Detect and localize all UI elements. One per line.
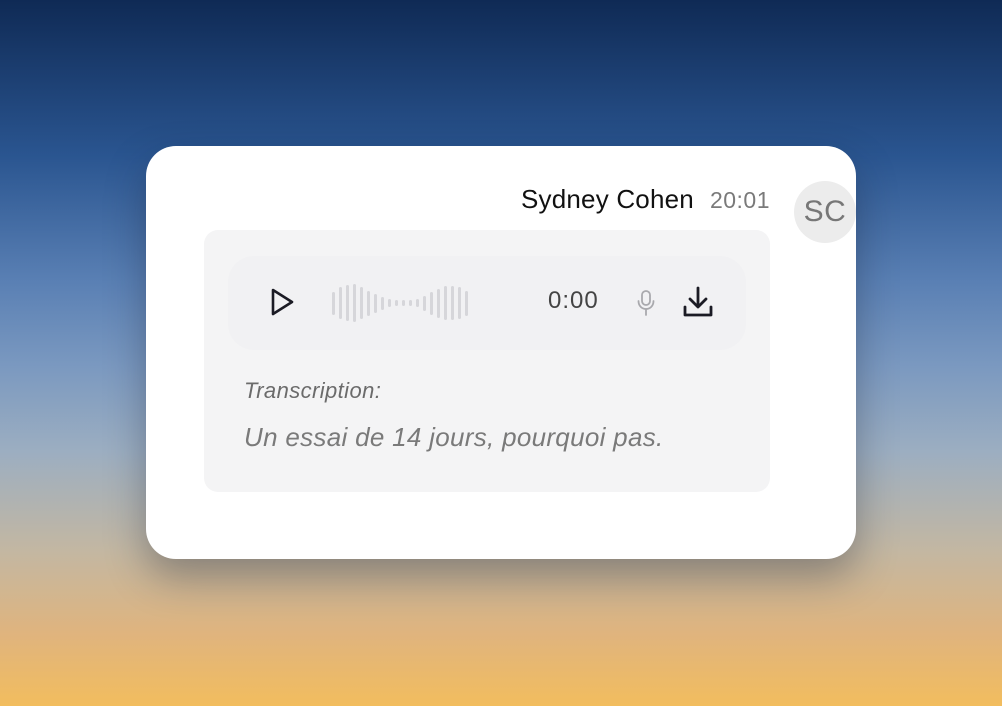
waveform-bar [444,286,447,320]
waveform-bar [381,296,384,310]
message-timestamp: 20:01 [709,187,770,213]
waveform-bar [367,290,370,316]
download-icon [683,286,713,317]
waveform-bar [430,291,433,315]
message-card: Sydney Cohen 20:01 SC 0:00 Transcription… [146,146,856,559]
sender-name: Sydney Cohen [520,184,694,214]
waveform-bar [346,285,349,321]
waveform-bar [374,293,377,313]
audio-player: 0:00 [228,256,746,350]
voice-message-bubble: 0:00 Transcription: Un essai de 14 jours… [204,230,770,492]
waveform-bar [353,284,356,322]
waveform-bar [416,299,419,307]
waveform-bar [465,290,468,316]
transcription-label: Transcription: [244,378,382,403]
waveform-bar [388,299,391,307]
waveform-bar [339,287,342,319]
avatar[interactable]: SC [794,181,856,243]
microphone-icon [637,290,655,316]
play-icon [271,288,294,316]
waveform-bar [360,287,363,319]
waveform-bar [332,291,335,315]
waveform-bar [458,287,461,319]
waveform-bar [451,286,454,320]
play-button[interactable] [262,282,302,322]
download-button[interactable] [680,284,716,320]
transcription-text: Un essai de 14 jours, pourquoi pas. [244,422,664,452]
avatar-initials: SC [803,195,847,228]
waveform-bar [409,300,412,306]
waveform-bar [437,288,440,318]
audio-waveform[interactable] [332,276,468,330]
waveform-bar [395,300,398,306]
audio-duration: 0:00 [548,287,599,314]
message-header: Sydney Cohen 20:01 [521,184,770,215]
waveform-bar [402,300,405,306]
waveform-bar [423,295,426,311]
